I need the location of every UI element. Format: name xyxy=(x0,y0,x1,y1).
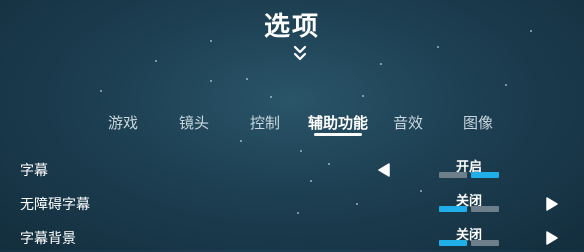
options-tab-bar: 游戏 镜头 控制 辅助功能 音效 图像 xyxy=(0,112,584,136)
double-chevron-down-icon[interactable] xyxy=(292,44,308,62)
arrow-right-icon[interactable] xyxy=(544,230,560,246)
tab-accessibility[interactable]: 辅助功能 xyxy=(308,112,368,133)
arrow-right-icon[interactable] xyxy=(544,196,560,212)
option-segment xyxy=(471,172,499,178)
option-segment xyxy=(471,240,499,246)
tab-camera[interactable]: 镜头 xyxy=(179,112,209,133)
option-segment xyxy=(439,172,467,178)
setting-row-subtitles: 字幕 开启 xyxy=(0,154,584,184)
option-segment xyxy=(471,206,499,212)
page-title: 选项 xyxy=(263,12,320,42)
tab-graphics[interactable]: 图像 xyxy=(463,112,493,133)
option-segment xyxy=(439,206,467,212)
setting-label: 字幕 xyxy=(20,163,48,179)
tab-game[interactable]: 游戏 xyxy=(108,112,138,133)
setting-row-subtitle-background: 字幕背景 关闭 xyxy=(0,222,584,252)
tab-controls[interactable]: 控制 xyxy=(250,112,280,133)
option-segment xyxy=(439,240,467,246)
arrow-left-icon[interactable] xyxy=(376,162,392,178)
setting-label: 字幕背景 xyxy=(20,231,76,247)
setting-label: 无障碍字幕 xyxy=(20,197,90,213)
setting-row-accessible-subtitles: 无障碍字幕 关闭 xyxy=(0,188,584,218)
tab-audio[interactable]: 音效 xyxy=(393,112,423,133)
active-tab-indicator xyxy=(314,133,362,136)
